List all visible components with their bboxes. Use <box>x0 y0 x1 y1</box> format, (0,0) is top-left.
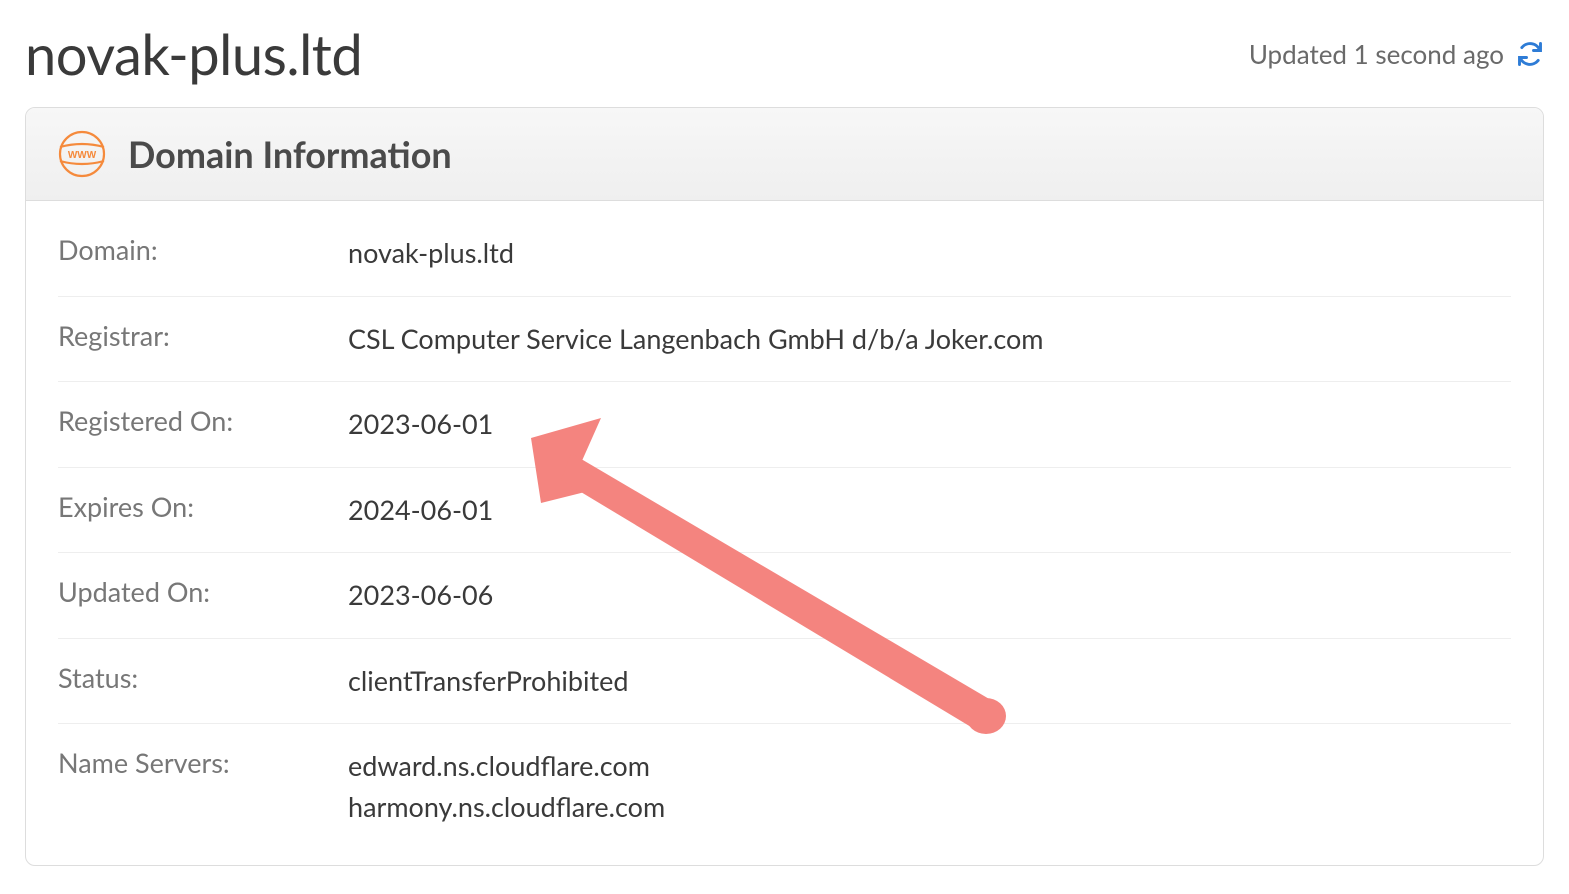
panel-header: WWW Domain Information <box>26 108 1543 201</box>
value-status: clientTransferProhibited <box>348 661 628 702</box>
label-updated-on: Updated On: <box>58 575 348 616</box>
updated-status: Updated 1 second ago <box>1249 38 1544 70</box>
domain-info-panel: WWW Domain Information Domain: novak-plu… <box>25 107 1544 866</box>
row-expires-on: Expires On: 2024-06-01 <box>58 468 1511 554</box>
name-server-1: edward.ns.cloudflare.com <box>348 746 665 787</box>
domain-info-table: Domain: novak-plus.ltd Registrar: CSL Co… <box>26 201 1543 865</box>
value-name-servers: edward.ns.cloudflare.com harmony.ns.clou… <box>348 746 665 827</box>
value-registered-on: 2023-06-01 <box>348 404 493 445</box>
row-updated-on: Updated On: 2023-06-06 <box>58 553 1511 639</box>
row-name-servers: Name Servers: edward.ns.cloudflare.com h… <box>58 724 1511 849</box>
svg-text:WWW: WWW <box>68 150 97 161</box>
name-server-2: harmony.ns.cloudflare.com <box>348 787 665 828</box>
row-registered-on: Registered On: 2023-06-01 <box>58 382 1511 468</box>
panel-title: Domain Information <box>128 132 452 176</box>
value-expires-on: 2024-06-01 <box>348 490 493 531</box>
value-updated-on: 2023-06-06 <box>348 575 493 616</box>
row-registrar: Registrar: CSL Computer Service Langenba… <box>58 297 1511 383</box>
label-registered-on: Registered On: <box>58 404 348 445</box>
value-domain: novak-plus.ltd <box>348 233 514 274</box>
www-icon: WWW <box>58 130 106 178</box>
value-registrar: CSL Computer Service Langenbach GmbH d/b… <box>348 319 1044 360</box>
label-domain: Domain: <box>58 233 348 274</box>
row-domain: Domain: novak-plus.ltd <box>58 211 1511 297</box>
label-name-servers: Name Servers: <box>58 746 348 827</box>
updated-text: Updated 1 second ago <box>1249 38 1504 70</box>
page-header: novak-plus.ltd Updated 1 second ago <box>25 20 1544 87</box>
row-status: Status: clientTransferProhibited <box>58 639 1511 725</box>
label-status: Status: <box>58 661 348 702</box>
domain-title: novak-plus.ltd <box>25 20 362 87</box>
refresh-icon[interactable] <box>1516 40 1544 68</box>
label-expires-on: Expires On: <box>58 490 348 531</box>
label-registrar: Registrar: <box>58 319 348 360</box>
